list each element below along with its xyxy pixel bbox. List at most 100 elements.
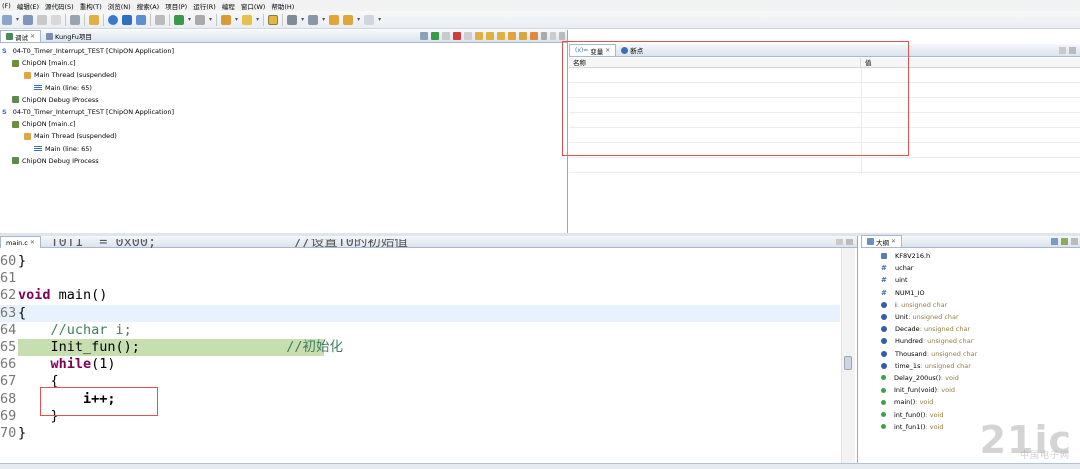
back-icon[interactable]	[329, 14, 340, 25]
outline-item-name: time_1s	[895, 361, 921, 370]
scroll-thumb[interactable]	[844, 356, 852, 370]
tab-kungfu-project[interactable]: KungFu项目	[41, 30, 97, 42]
view-menu-icon[interactable]	[1059, 47, 1066, 54]
annotation-box-code	[40, 387, 158, 416]
define-icon: #	[881, 288, 887, 297]
outline-item[interactable]: KF8V216.h	[861, 250, 1080, 262]
maximize-icon[interactable]	[846, 239, 853, 245]
outline-item[interactable]: Thousand : unsigned char	[861, 348, 1080, 360]
menu-item[interactable]: 窗口(W)	[241, 1, 266, 11]
outline-item[interactable]: # uint	[861, 274, 1080, 286]
menu-item[interactable]: 重构(T)	[80, 1, 102, 11]
stack-frame-item[interactable]: Main (line: 65)	[0, 82, 567, 94]
step-return-icon[interactable]	[497, 32, 505, 40]
save-icon[interactable]	[23, 14, 34, 25]
use-step-filters-icon[interactable]	[519, 32, 527, 40]
outline-item[interactable]: # uchar	[861, 262, 1080, 274]
function-icon	[881, 424, 886, 430]
download-icon[interactable]	[122, 14, 133, 25]
next-annotation-icon[interactable]	[287, 14, 298, 25]
terminate-icon[interactable]	[453, 32, 461, 40]
compile-icon[interactable]	[108, 14, 119, 25]
outline-item[interactable]: time_1s : unsigned char	[861, 360, 1080, 372]
settings-icon[interactable]	[155, 14, 166, 25]
debug-icon[interactable]	[174, 14, 185, 25]
menu-item[interactable]: (F)	[2, 2, 11, 10]
editor-scrollbar[interactable]	[841, 248, 855, 469]
close-icon[interactable]: ✕	[30, 33, 35, 40]
outline-item[interactable]: Delay_200us() : void	[861, 372, 1080, 384]
chip-icon	[12, 120, 19, 128]
menu-item[interactable]: 编辑(E)	[17, 1, 39, 11]
outline-item[interactable]: main() : void	[861, 396, 1080, 408]
stack-frame-item[interactable]: Main (line: 65)	[0, 143, 567, 155]
build-icon[interactable]	[70, 14, 81, 25]
resume-icon[interactable]	[431, 32, 439, 40]
menu-item[interactable]: 搜索(A)	[137, 1, 160, 11]
code-line-current: 63{	[0, 304, 840, 322]
suspend-icon[interactable]	[442, 32, 450, 40]
process-item[interactable]: ChipON Debug IProcess	[0, 155, 567, 167]
remove-terminated-icon[interactable]	[420, 32, 428, 40]
step-over-icon[interactable]	[486, 32, 494, 40]
sort-icon[interactable]	[1051, 238, 1058, 245]
launch-item[interactable]: S 04-T0_Timer_Interrupt_TEST [ChipON App…	[0, 106, 567, 118]
annotation-box-variables	[562, 41, 909, 156]
outline-item[interactable]: Decade : unsigned char	[861, 323, 1080, 335]
disconnect-icon[interactable]	[464, 32, 472, 40]
target-label: ChipON [main.c]	[22, 120, 76, 129]
target-item[interactable]: ChipON [main.c]	[0, 57, 567, 69]
new-icon[interactable]	[2, 14, 12, 25]
thread-item[interactable]: Main Thread (suspended)	[0, 130, 567, 142]
outline-item[interactable]: Unit : unsigned char	[861, 311, 1080, 323]
view-menu-icon[interactable]	[541, 32, 547, 40]
view-menu-icon[interactable]	[1071, 238, 1078, 245]
outline-item[interactable]: Init_fun(void) : void	[861, 384, 1080, 396]
line-number: 61	[0, 270, 17, 287]
menu-item[interactable]: 源代码(S)	[45, 1, 74, 11]
outline-item-type: : unsigned char	[926, 349, 978, 358]
menu-item[interactable]: 浏览(N)	[108, 1, 131, 11]
outline-item[interactable]: # NUM1_IO	[861, 287, 1080, 299]
launch-item[interactable]: S 04-T0_Timer_Interrupt_TEST [ChipON App…	[0, 45, 567, 57]
close-icon[interactable]: ✕	[891, 238, 896, 245]
highlight-icon[interactable]	[268, 14, 279, 25]
open-folder-icon[interactable]	[221, 14, 232, 25]
arrow-right-icon[interactable]	[364, 14, 375, 25]
process-item[interactable]: ChipON Debug IProcess	[0, 94, 567, 106]
code-line-partial: T0T1 = 0x00; //设置T0的初始值	[0, 239, 840, 253]
outline-item[interactable]: i : unsigned char	[861, 299, 1080, 311]
outline-item[interactable]: Hundred : unsigned char	[861, 335, 1080, 347]
separator	[103, 13, 105, 26]
run-icon[interactable]	[195, 14, 206, 25]
reset-icon[interactable]	[136, 14, 147, 25]
tab-debug[interactable]: 调试 ✕	[0, 30, 42, 42]
arrow-left-icon[interactable]	[343, 14, 354, 25]
menu-item[interactable]: 运行(R)	[193, 1, 216, 11]
thread-item[interactable]: Main Thread (suspended)	[0, 69, 567, 81]
editor-pane: main.c ✕ T0T1 = 0x00; //设置T0的初始值 60} 61 …	[0, 236, 858, 469]
tool-icon[interactable]	[242, 14, 253, 25]
step-into-icon[interactable]	[475, 32, 483, 40]
debug-view: 调试 ✕ KungFu项目 S 04-T0_Timer_Interrupt_TE…	[0, 30, 568, 233]
minimize-icon[interactable]	[550, 32, 556, 40]
instruction-step-icon[interactable]	[508, 32, 516, 40]
tab-outline[interactable]: 大纲 ✕	[861, 235, 903, 247]
drop-to-frame-icon[interactable]	[530, 32, 538, 40]
target-item[interactable]: ChipON [main.c]	[0, 118, 567, 130]
menu-item[interactable]: 项目(P)	[165, 1, 187, 11]
filter-icon[interactable]	[1061, 238, 1068, 245]
menu-item[interactable]: 帮助(H)	[271, 1, 294, 11]
maximize-icon[interactable]	[1069, 47, 1076, 54]
prev-annotation-icon[interactable]	[308, 14, 319, 25]
line-number: 60	[0, 253, 17, 269]
launch-label: 04-T0_Timer_Interrupt_TEST [ChipON Appli…	[12, 47, 175, 56]
clean-icon[interactable]	[89, 14, 100, 25]
save-all-icon[interactable]	[37, 14, 48, 25]
line-text: }	[18, 424, 27, 441]
print-icon[interactable]	[51, 14, 62, 25]
maximize-icon[interactable]	[559, 32, 565, 40]
menu-item[interactable]: 编程	[222, 1, 235, 11]
status-bar	[0, 463, 1080, 469]
outline-item-type: : unsigned char	[896, 300, 948, 309]
